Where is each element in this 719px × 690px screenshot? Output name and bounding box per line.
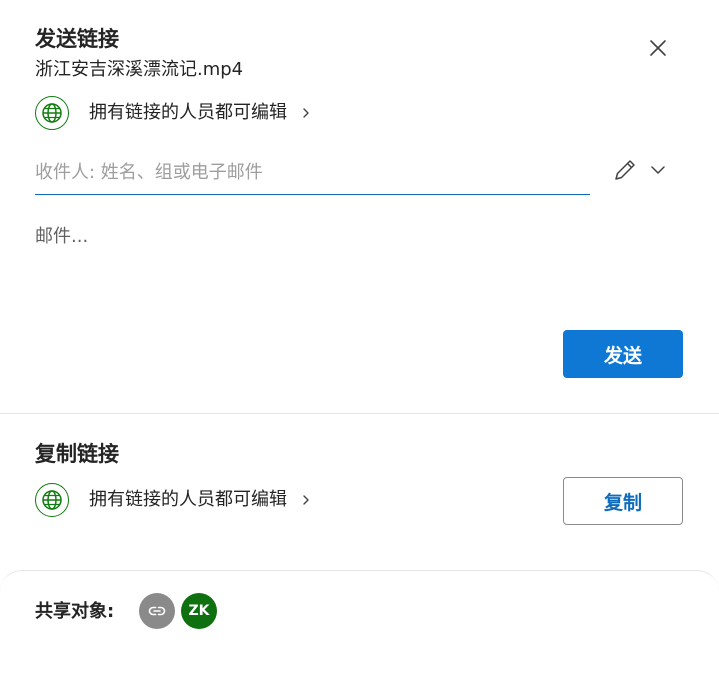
close-icon xyxy=(650,40,666,56)
link-avatar[interactable] xyxy=(139,593,175,629)
link-permission-setting[interactable]: 拥有链接的人员都可编辑 xyxy=(35,95,311,131)
shared-with-footer: 共享对象: ZK xyxy=(0,570,719,690)
share-dialog: 发送链接 浙江安吉深溪漂流记.mp4 拥有链接的人员都可编辑 收件人: 姓名、组… xyxy=(0,0,719,690)
permission-label: 拥有链接的人员都可编辑 xyxy=(89,489,287,510)
message-input[interactable] xyxy=(35,222,683,312)
chevron-right-icon xyxy=(301,106,311,120)
dialog-title: 发送链接 xyxy=(35,27,119,51)
globe-icon xyxy=(42,103,62,123)
recipient-field-wrapper xyxy=(35,152,590,195)
send-button[interactable]: 发送 xyxy=(563,330,683,378)
edit-permission-dropdown[interactable] xyxy=(612,154,666,186)
globe-icon-badge xyxy=(35,96,69,130)
chevron-down-icon xyxy=(650,165,666,175)
copy-button[interactable]: 复制 xyxy=(563,477,683,525)
link-icon xyxy=(148,606,166,616)
globe-icon-badge xyxy=(35,483,69,517)
user-avatar[interactable]: ZK xyxy=(181,593,217,629)
file-name: 浙江安吉深溪漂流记.mp4 xyxy=(35,59,244,80)
permission-label: 拥有链接的人员都可编辑 xyxy=(89,102,287,123)
recipient-input[interactable] xyxy=(35,152,590,192)
close-button[interactable] xyxy=(644,34,672,62)
shared-with-label: 共享对象: xyxy=(35,601,115,622)
copy-link-permission-setting[interactable]: 拥有链接的人员都可编辑 xyxy=(35,482,311,518)
chevron-right-icon xyxy=(301,493,311,507)
globe-icon xyxy=(42,490,62,510)
copy-link-title: 复制链接 xyxy=(35,442,119,466)
pencil-icon xyxy=(615,160,635,180)
section-divider xyxy=(0,413,719,414)
